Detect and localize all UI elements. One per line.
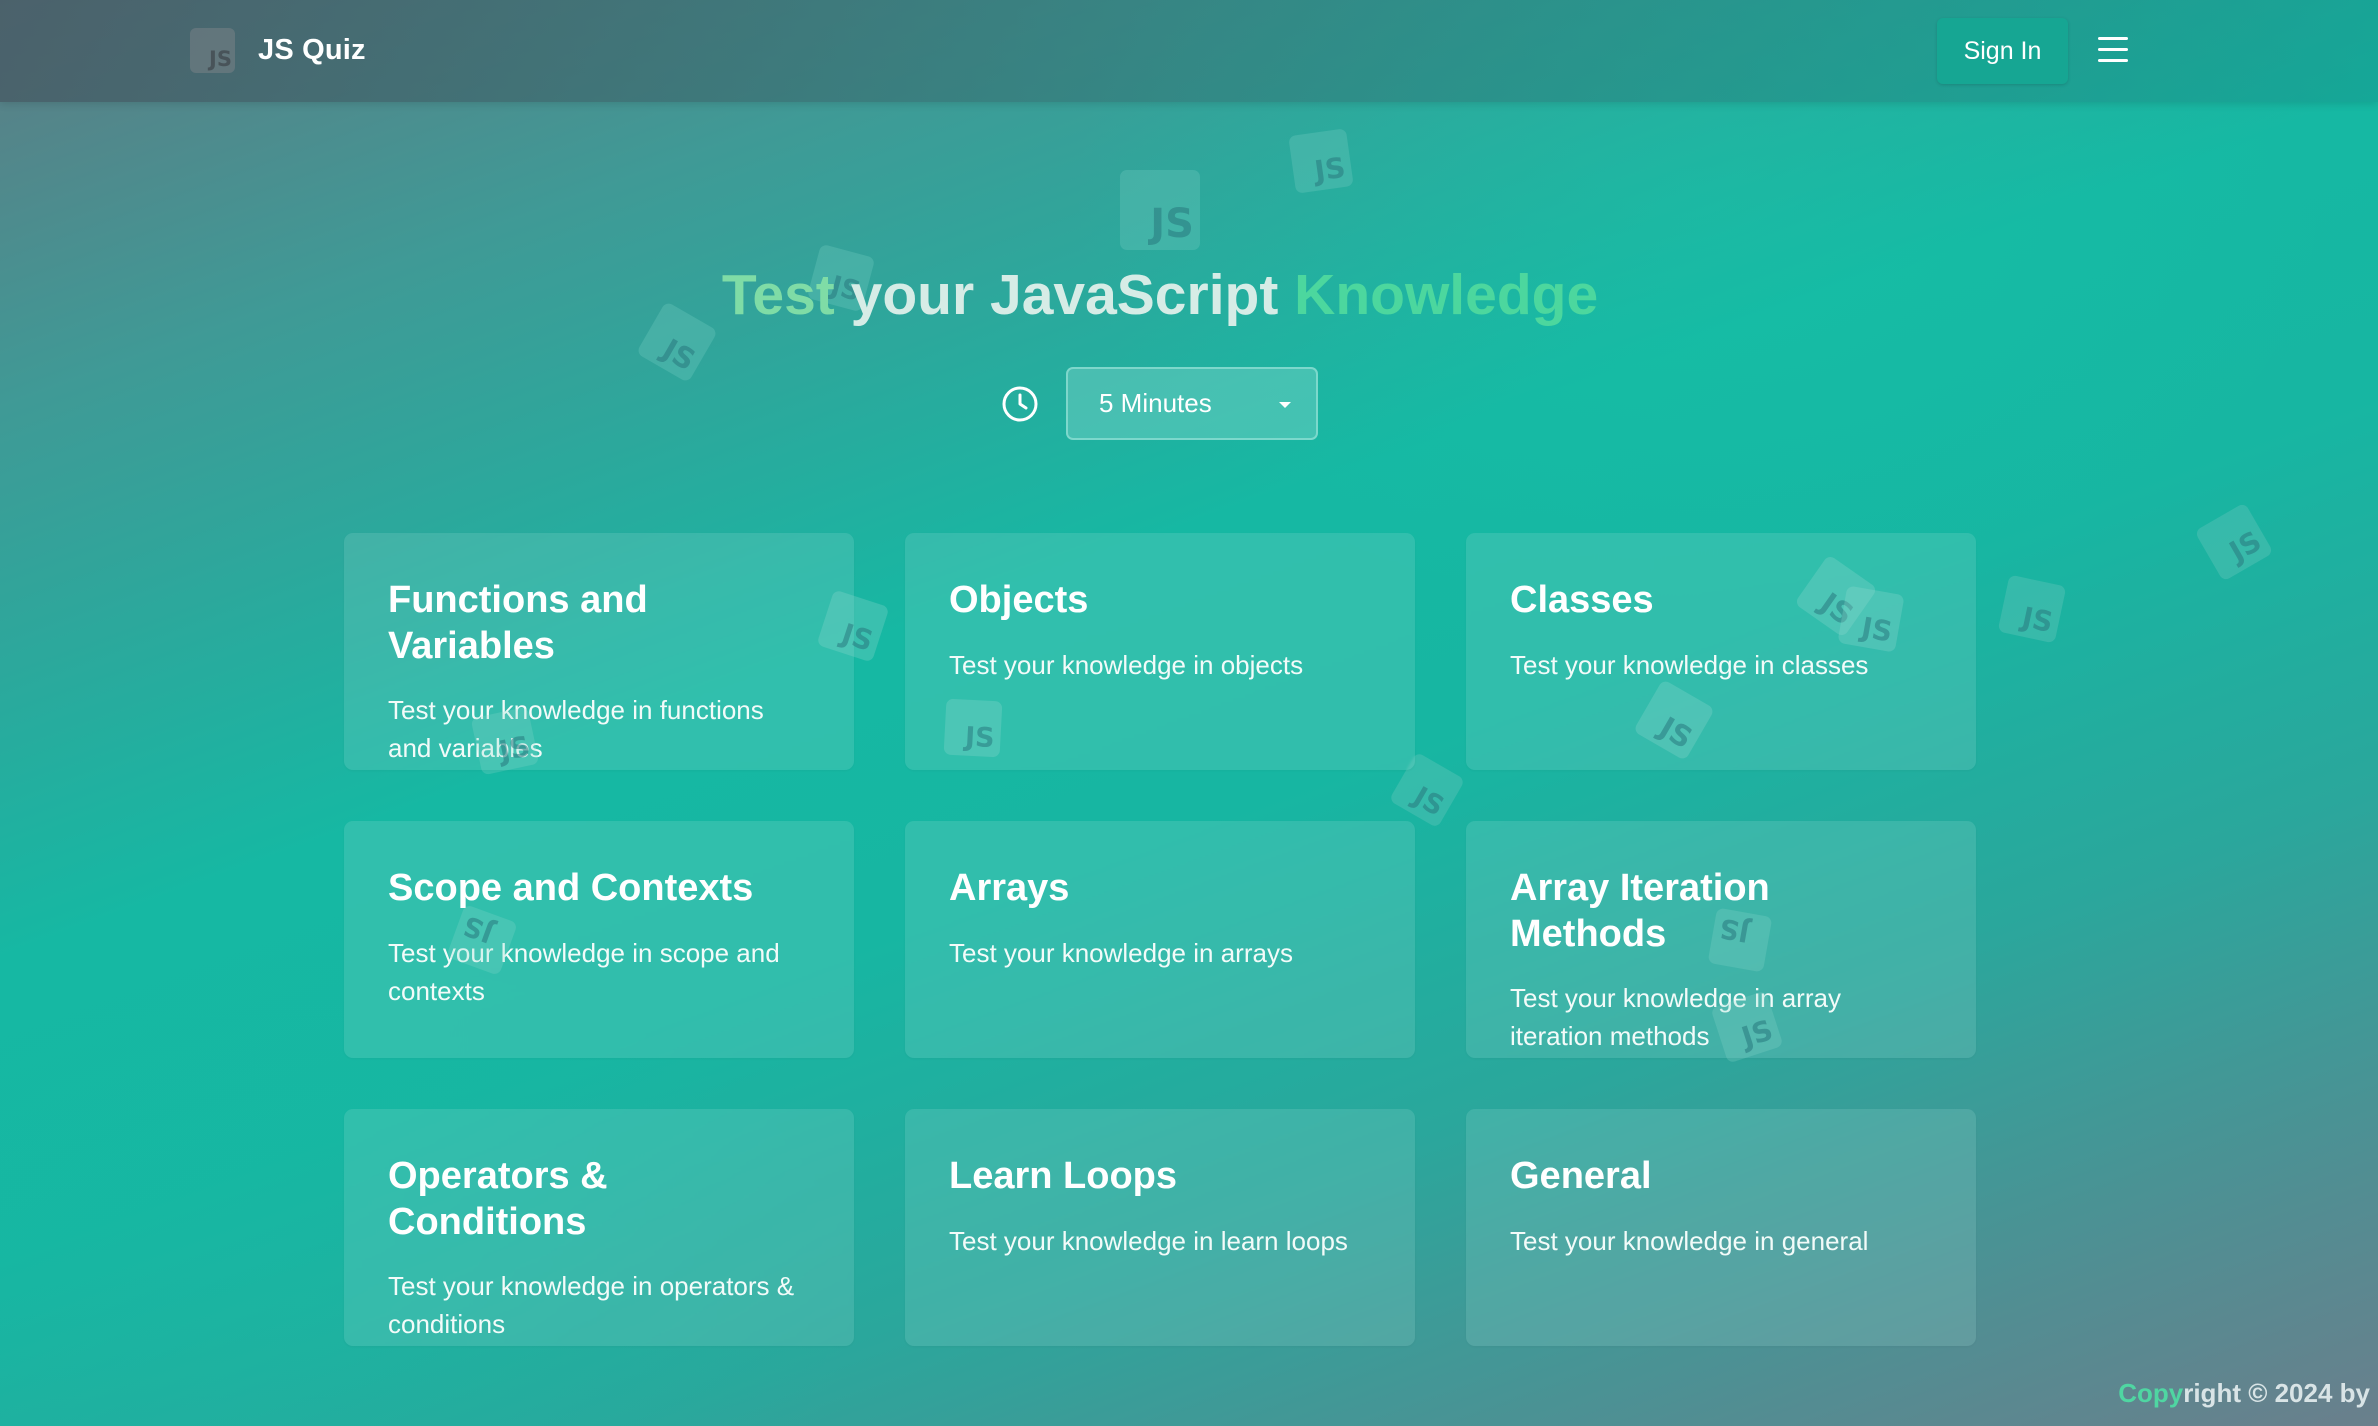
- quiz-card-description: Test your knowledge in operators & condi…: [388, 1271, 795, 1340]
- page-title: Test your JavaScript Knowledge: [0, 262, 2320, 328]
- chevron-down-icon: [1279, 402, 1291, 408]
- quiz-card-title: Learn Loops: [949, 1155, 1178, 1197]
- title-accent-knowledge: Knowledge: [1294, 263, 1599, 327]
- quiz-card-title: Objects: [949, 579, 1089, 621]
- brand[interactable]: JS JS Quiz: [190, 28, 366, 73]
- timer-row: 5 Minutes: [1000, 367, 1318, 440]
- brand-name: JS Quiz: [258, 34, 366, 66]
- quiz-card-description: Test your knowledge in classes: [1510, 649, 1869, 680]
- hamburger-menu-icon[interactable]: [2098, 37, 2128, 63]
- quiz-card-description: Test your knowledge in arrays: [949, 937, 1293, 968]
- quiz-card[interactable]: Classes Test your knowledge in classes: [1466, 533, 1976, 770]
- js-badge-icon: JS: [1997, 574, 2067, 644]
- quiz-card[interactable]: Scope and Contexts Test your knowledge i…: [344, 821, 854, 1058]
- title-middle: your JavaScript: [834, 263, 1295, 327]
- js-logo-icon: JS: [190, 28, 235, 73]
- copyright-text: right © 2024 by: [2183, 1378, 2370, 1408]
- quiz-card-title: Arrays: [949, 867, 1070, 909]
- quiz-card-description: Test your knowledge in objects: [949, 649, 1304, 680]
- js-badge-icon: JS: [1120, 170, 1200, 250]
- quiz-card-description: Test your knowledge in general: [1510, 1225, 1869, 1256]
- timer-select[interactable]: 5 Minutes: [1066, 367, 1318, 440]
- timer-select-value: 5 Minutes: [1099, 388, 1212, 418]
- quiz-card-description: Test your knowledge in learn loops: [949, 1225, 1348, 1256]
- quiz-card[interactable]: General Test your knowledge in general: [1466, 1109, 1976, 1346]
- js-badge-icon: JS: [1288, 128, 1354, 194]
- quiz-card-description: Test your knowledge in functions and var…: [388, 695, 764, 764]
- quiz-card-title: Operators & Conditions: [388, 1155, 608, 1243]
- js-badge-icon: JS: [943, 698, 1003, 758]
- sign-in-button[interactable]: Sign In: [1937, 18, 2068, 84]
- clock-icon: [1002, 386, 1038, 421]
- title-accent-test: Test: [721, 263, 835, 327]
- quiz-card-title: Scope and Contexts: [388, 867, 754, 909]
- js-badge-icon: JS: [2194, 502, 2274, 582]
- quiz-card[interactable]: Operators & Conditions Test your knowled…: [344, 1109, 854, 1346]
- copyright-accent: Copy: [2118, 1378, 2184, 1408]
- quiz-card[interactable]: Arrays Test your knowledge in arrays: [905, 821, 1415, 1058]
- js-badge-icon: JS: [1707, 907, 1773, 973]
- logo-text: JS: [209, 47, 232, 71]
- quiz-card-title: General: [1510, 1155, 1652, 1197]
- quiz-card-title: Functions and Variables: [388, 579, 648, 667]
- quiz-card[interactable]: Learn Loops Test your knowledge in learn…: [905, 1109, 1415, 1346]
- quiz-card[interactable]: Functions and Variables Test your knowle…: [344, 533, 854, 770]
- copyright-footer: Copyright © 2024 by: [2118, 1378, 2370, 1409]
- top-navbar: JS JS Quiz Sign In: [0, 0, 2378, 102]
- js-badge-icon: JS: [1837, 585, 1905, 653]
- js-badge-icon: JS: [470, 706, 540, 776]
